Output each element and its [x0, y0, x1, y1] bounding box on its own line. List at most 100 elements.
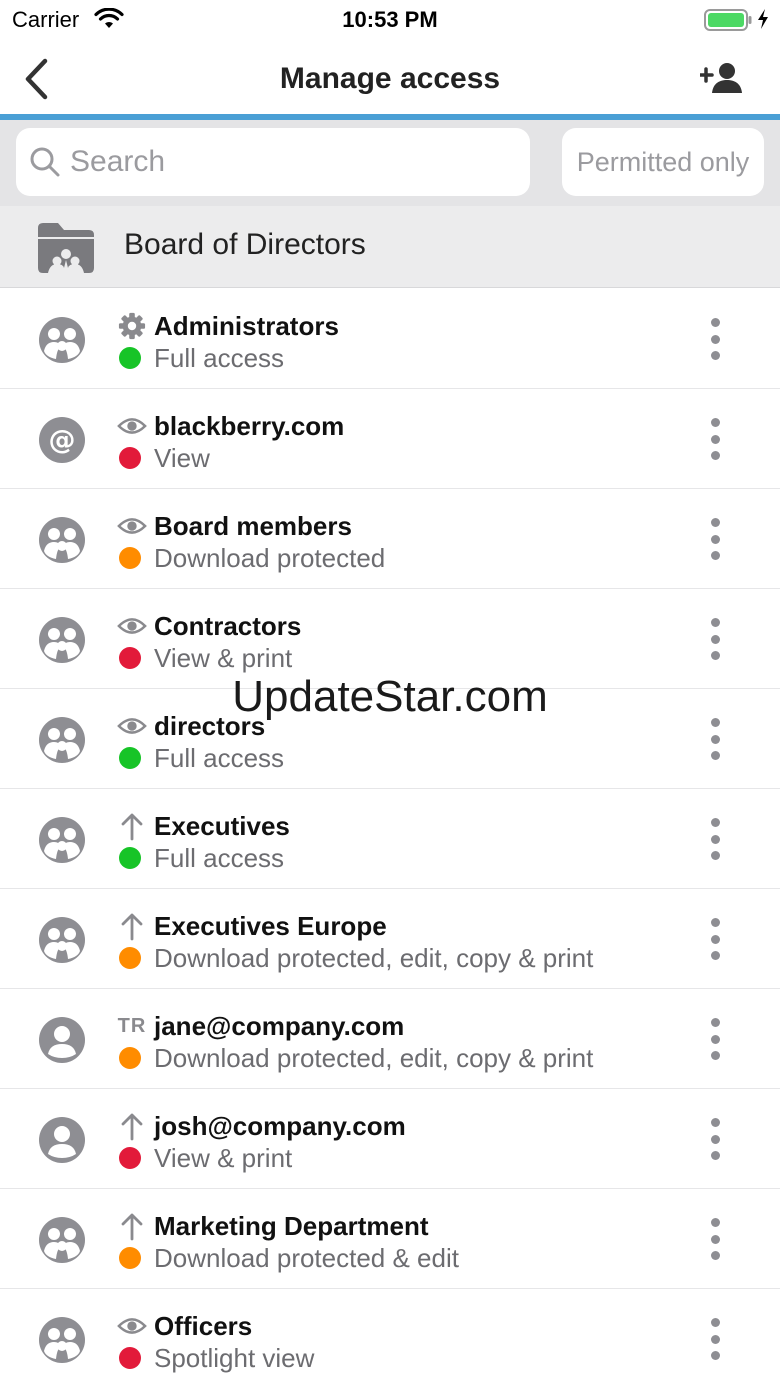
- permission-status-dot: [119, 847, 141, 869]
- permission-status-dot: [119, 947, 141, 969]
- arrow-up-icon: [116, 1211, 148, 1241]
- entry-name: Executives: [154, 811, 290, 841]
- entry-name: jane@company.com: [154, 1011, 405, 1041]
- permission-label: Full access: [154, 743, 285, 773]
- more-options-button[interactable]: [700, 515, 730, 563]
- user-avatar-icon: [37, 1015, 87, 1065]
- more-dot-icon: [710, 1251, 720, 1260]
- more-dot-icon: [710, 651, 720, 660]
- entry-name: Executives Europe: [154, 911, 387, 941]
- group-avatar-icon: [37, 615, 87, 665]
- search-field[interactable]: [16, 128, 530, 196]
- eye-icon: [116, 611, 148, 641]
- more-dot-icon: [710, 834, 720, 844]
- permission-label: Download protected, edit, copy & print: [154, 943, 594, 973]
- more-dot-icon: [710, 551, 720, 560]
- permission-label: Spotlight view: [154, 1343, 315, 1373]
- permission-label: Full access: [154, 843, 285, 873]
- search-bar: Permitted only: [0, 120, 780, 206]
- group-avatar-icon: [37, 815, 87, 865]
- more-options-button[interactable]: [700, 915, 730, 963]
- more-dot-icon: [710, 818, 720, 827]
- more-dot-icon: [710, 918, 720, 927]
- search-input[interactable]: [70, 145, 510, 179]
- more-dot-icon: [710, 1051, 720, 1060]
- more-options-button[interactable]: [700, 1315, 730, 1363]
- gear-icon: [116, 311, 148, 341]
- more-options-button[interactable]: [700, 1015, 730, 1063]
- more-dot-icon: [710, 318, 720, 327]
- more-dot-icon: [710, 934, 720, 944]
- permission-status-dot: [119, 347, 141, 369]
- permission-status-dot: [119, 447, 141, 469]
- access-list-item[interactable]: Executives Europe Download protected, edi…: [0, 889, 780, 989]
- eye-icon: [116, 511, 148, 541]
- entry-name: Marketing Department: [154, 1211, 429, 1241]
- entry-name: josh@company.com: [154, 1111, 406, 1141]
- access-list-item[interactable]: @ blackberry.com View: [0, 389, 780, 489]
- permission-label: View & print: [154, 1143, 293, 1173]
- entry-name: Administrators: [154, 311, 339, 341]
- access-list-item[interactable]: Officers Spotlight view: [0, 1289, 780, 1387]
- access-list-item[interactable]: TR jane@company.com Download protected, ed…: [0, 989, 780, 1089]
- access-list-item[interactable]: Board members Download protected: [0, 489, 780, 589]
- more-dot-icon: [710, 851, 720, 860]
- more-dot-icon: [710, 418, 720, 427]
- more-dot-icon: [710, 1318, 720, 1327]
- eye-icon: [116, 411, 148, 441]
- permission-label: View & print: [154, 643, 293, 673]
- svg-text:@: @: [49, 425, 76, 456]
- permission-label: Download protected & edit: [154, 1243, 459, 1273]
- permission-status-dot: [119, 647, 141, 669]
- group-avatar-icon: [37, 1215, 87, 1265]
- access-list: Administrators Full access @ blackberry.com…: [0, 289, 780, 1387]
- arrow-up-icon: [116, 1111, 148, 1141]
- permission-status-dot: [119, 1147, 141, 1169]
- entry-name: directors: [154, 711, 266, 741]
- more-options-button[interactable]: [700, 1215, 730, 1263]
- more-dot-icon: [710, 434, 720, 444]
- folder-name: Board of Directors: [124, 228, 366, 261]
- more-dot-icon: [710, 1234, 720, 1244]
- shared-folder-icon: [38, 223, 94, 273]
- more-dot-icon: [710, 351, 720, 360]
- group-avatar-icon: [37, 715, 87, 765]
- eye-icon: [116, 1311, 148, 1341]
- more-dot-icon: [710, 1218, 720, 1227]
- more-options-button[interactable]: [700, 315, 730, 363]
- group-avatar-icon: [37, 1315, 87, 1365]
- permission-label: Download protected, edit, copy & print: [154, 1043, 594, 1073]
- add-user-icon: [700, 63, 742, 93]
- more-dot-icon: [710, 634, 720, 644]
- more-options-button[interactable]: [700, 415, 730, 463]
- permission-status-dot: [119, 1347, 141, 1369]
- access-list-item[interactable]: directors Full access: [0, 689, 780, 789]
- page-title: Manage access: [279, 62, 501, 95]
- access-list-item[interactable]: josh@company.com View & print: [0, 1089, 780, 1189]
- access-list-item[interactable]: Marketing Department Download protected &…: [0, 1189, 780, 1289]
- permitted-only-filter-button[interactable]: Permitted only: [562, 128, 764, 196]
- entry-name: Board members: [154, 511, 352, 541]
- access-list-item[interactable]: Executives Full access: [0, 789, 780, 889]
- entry-name: blackberry.com: [154, 411, 345, 441]
- group-avatar-icon: [37, 515, 87, 565]
- more-dot-icon: [710, 618, 720, 627]
- more-dot-icon: [710, 518, 720, 527]
- more-options-button[interactable]: [700, 715, 730, 763]
- more-dot-icon: [710, 534, 720, 544]
- more-options-button[interactable]: [700, 615, 730, 663]
- entry-name: Contractors: [154, 611, 302, 641]
- more-dot-icon: [710, 1034, 720, 1044]
- access-list-item[interactable]: Contractors View & print: [0, 589, 780, 689]
- battery-icon: [704, 9, 752, 31]
- more-options-button[interactable]: [700, 815, 730, 863]
- folder-header: Board of Directors: [0, 206, 780, 288]
- add-user-button[interactable]: [698, 58, 746, 98]
- access-list-item[interactable]: Administrators Full access: [0, 289, 780, 389]
- domain-avatar-icon: @: [37, 415, 87, 465]
- more-options-button[interactable]: [700, 1115, 730, 1163]
- arrow-up-icon: [116, 911, 148, 941]
- more-dot-icon: [710, 951, 720, 960]
- user-avatar-icon: [37, 1115, 87, 1165]
- permission-label: Full access: [154, 343, 285, 373]
